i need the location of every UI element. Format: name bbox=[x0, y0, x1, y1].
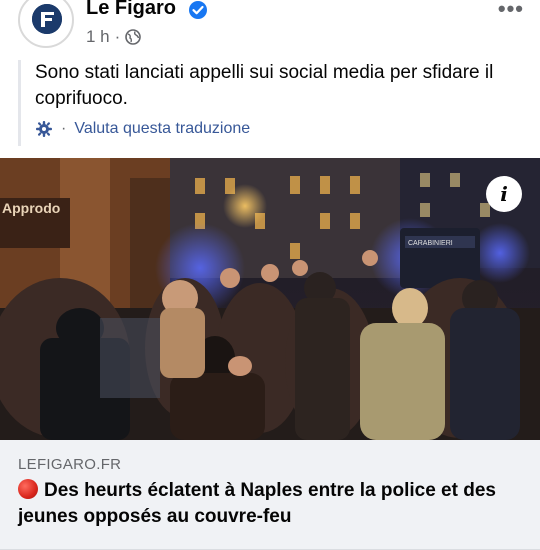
rate-translation-link[interactable]: Valuta questa traduzione bbox=[74, 120, 250, 138]
page-avatar[interactable] bbox=[18, 0, 74, 48]
van-text: CARABINIERI bbox=[408, 240, 453, 247]
translation-row: · Valuta questa traduzione bbox=[35, 120, 250, 138]
gear-icon bbox=[36, 121, 52, 137]
post-time[interactable]: 1 h bbox=[86, 27, 110, 47]
info-icon[interactable]: i bbox=[486, 176, 522, 212]
translate-separator: · bbox=[61, 120, 67, 137]
red-circle-emoji bbox=[18, 479, 38, 499]
verified-badge-icon bbox=[189, 1, 207, 19]
more-options-button[interactable]: ••• bbox=[498, 0, 524, 22]
post-text-block: Sono stati lanciati appelli sui social m… bbox=[18, 60, 528, 146]
link-domain: LEFIGARO.FR bbox=[18, 456, 122, 473]
globe-icon bbox=[125, 29, 142, 45]
le-figaro-logo bbox=[32, 4, 62, 34]
post-header: Le Figaro 1 h · ••• bbox=[0, 0, 540, 52]
shop-sign-text: Approdo bbox=[2, 200, 60, 216]
post-text: Sono stati lanciati appelli sui social m… bbox=[35, 62, 494, 109]
link-headline-text: Des heurts éclatent à Naples entre la po… bbox=[18, 480, 496, 527]
link-preview-card[interactable]: LEFIGARO.FR Des heurts éclatent à Naples… bbox=[0, 440, 540, 550]
post-meta: 1 h · bbox=[86, 27, 142, 47]
meta-separator: · bbox=[114, 27, 121, 46]
protest-scene-image: Approdo CARABINIERI bbox=[0, 158, 540, 440]
page-name[interactable]: Le Figaro bbox=[86, 0, 176, 20]
post-photo[interactable]: Approdo CARABINIERI i bbox=[0, 158, 540, 440]
link-headline[interactable]: Des heurts éclatent à Naples entre la po… bbox=[18, 478, 528, 530]
